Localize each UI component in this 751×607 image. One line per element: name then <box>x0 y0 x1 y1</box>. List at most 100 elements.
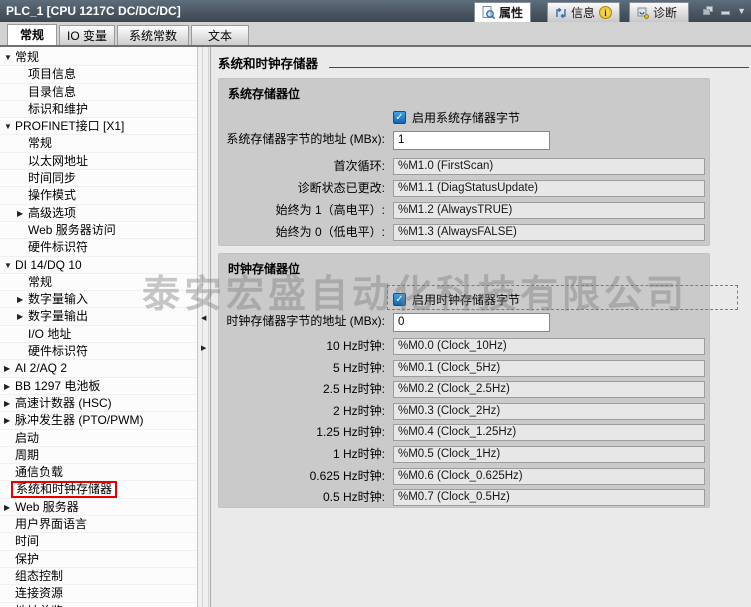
tree-item-label: 地址总览 <box>15 604 63 607</box>
chevron-down-icon[interactable]: ▼ <box>4 118 12 135</box>
tab-texts[interactable]: 文本 <box>191 25 249 45</box>
tree-item-2[interactable]: 目录信息 <box>0 84 197 101</box>
tree-item-24[interactable]: 通信负载 <box>0 464 197 481</box>
memory-bit-field[interactable]: %M0.4 (Clock_1.25Hz) <box>393 424 705 441</box>
tree-item-4[interactable]: ▼PROFINET接口 [X1] <box>0 118 197 135</box>
enable-system-memory-label: 启用系统存储器字节 <box>412 109 520 126</box>
tree-item-18[interactable]: ▶ AI 2/AQ 2 <box>0 360 197 377</box>
chevron-down-icon[interactable]: ▼ <box>4 257 12 274</box>
chevron-right-icon[interactable]: ▶ <box>17 291 23 308</box>
tab-general[interactable]: 常规 <box>7 24 57 45</box>
memory-bit-field[interactable]: %M0.5 (Clock_1Hz) <box>393 446 705 463</box>
float-window-button[interactable] <box>703 6 714 16</box>
window-controls: ▼ <box>703 4 746 18</box>
system-memory-address-input[interactable] <box>393 131 550 150</box>
tree-item-9[interactable]: ▶ 高级选项 <box>0 205 197 222</box>
memory-bit-field[interactable]: %M0.7 (Clock_0.5Hz) <box>393 489 705 506</box>
splitter-collapse-right-icon[interactable]: ▶ <box>201 345 206 353</box>
field-label: 5 Hz时钟: <box>211 360 385 377</box>
tree-item-1[interactable]: 项目信息 <box>0 66 197 83</box>
tree-item-label: 脉冲发生器 (PTO/PWM) <box>15 413 143 427</box>
memory-bit-field[interactable]: %M1.0 (FirstScan) <box>393 158 705 175</box>
memory-bit-field[interactable]: %M0.2 (Clock_2.5Hz) <box>393 381 705 398</box>
memory-bit-field[interactable]: %M0.6 (Clock_0.625Hz) <box>393 468 705 485</box>
memory-bit-field[interactable]: %M0.0 (Clock_10Hz) <box>393 338 705 355</box>
splitter-track <box>202 47 209 607</box>
chevron-right-icon[interactable]: ▶ <box>4 395 10 412</box>
tree-item-19[interactable]: ▶ BB 1297 电池板 <box>0 378 197 395</box>
tab-properties-label: 属性 <box>499 4 523 21</box>
tree-item-8[interactable]: 操作模式 <box>0 187 197 204</box>
tia-portal-inspector-window: { "titlebar": { "title": "PLC_1 [CPU 121… <box>0 0 751 607</box>
tree-item-31[interactable]: 连接资源 <box>0 585 197 602</box>
memory-bit-field[interactable]: %M0.3 (Clock_2Hz) <box>393 403 705 420</box>
memory-bit-field[interactable]: %M0.1 (Clock_5Hz) <box>393 360 705 377</box>
tree-item-22[interactable]: 启动 <box>0 430 197 447</box>
tree-item-label: AI 2/AQ 2 <box>15 361 67 375</box>
tree-item-7[interactable]: 时间同步 <box>0 170 197 187</box>
tree-item-27[interactable]: 用户界面语言 <box>0 516 197 533</box>
tree-item-label: 启动 <box>15 431 39 445</box>
tree-item-15[interactable]: ▶ 数字量输出 <box>0 308 197 325</box>
tab-diagnostics[interactable]: 诊断 <box>629 2 689 22</box>
tree-item-23[interactable]: 周期 <box>0 447 197 464</box>
tree-item-label: 通信负载 <box>15 465 63 479</box>
tree-item-label: 高速计数器 (HSC) <box>15 396 112 410</box>
tab-properties[interactable]: 属性 <box>474 2 531 22</box>
subtab-strip: 常规 IO 变量 系统常数 文本 <box>0 22 751 45</box>
chevron-right-icon[interactable]: ▶ <box>4 412 10 429</box>
collapse-pane-button[interactable] <box>721 11 730 15</box>
chevron-down-icon[interactable]: ▼ <box>4 49 12 66</box>
tree-item-label: 系统和时钟存储器 <box>11 481 117 498</box>
tree-item-6[interactable]: 以太网地址 <box>0 153 197 170</box>
tree-item-17[interactable]: 硬件标识符 <box>0 343 197 360</box>
tree-splitter[interactable]: ◀ ▶ <box>197 47 211 607</box>
splitter-collapse-left-icon[interactable]: ◀ <box>201 315 206 323</box>
tree-item-label: 标识和维护 <box>28 102 88 116</box>
tree-item-20[interactable]: ▶ 高速计数器 (HSC) <box>0 395 197 412</box>
tab-io-tags[interactable]: IO 变量 <box>59 25 115 45</box>
tab-system-constants[interactable]: 系统常数 <box>117 25 189 45</box>
tree-item-12[interactable]: ▼DI 14/DQ 10 <box>0 257 197 274</box>
tree-item-16[interactable]: I/O 地址 <box>0 326 197 343</box>
tree-item-32[interactable]: 地址总览 <box>0 603 197 607</box>
tree-item-11[interactable]: 硬件标识符 <box>0 239 197 256</box>
tree-item-28[interactable]: 时间 <box>0 533 197 550</box>
tree-item-label: Web 服务器 <box>15 500 79 514</box>
enable-clock-memory-checkbox[interactable]: ✓ <box>393 293 406 306</box>
memory-bit-field[interactable]: %M1.2 (AlwaysTRUE) <box>393 202 705 219</box>
tree-item-21[interactable]: ▶ 脉冲发生器 (PTO/PWM) <box>0 412 197 429</box>
tree-item-25[interactable]: 系统和时钟存储器 <box>0 481 197 498</box>
chevron-right-icon[interactable]: ▶ <box>4 499 10 516</box>
info-badge-icon: i <box>599 6 612 19</box>
field-label: 始终为 0（低电平）: <box>211 224 385 241</box>
tree-item-30[interactable]: 组态控制 <box>0 568 197 585</box>
tree-item-14[interactable]: ▶数字量输入 <box>0 291 197 308</box>
tree-item-13[interactable]: 常规 <box>0 274 197 291</box>
chevron-right-icon[interactable]: ▶ <box>17 308 23 325</box>
clock-memory-address-input[interactable] <box>393 313 550 332</box>
field-label: 10 Hz时钟: <box>211 338 385 355</box>
clock-memory-address-label: 时钟存储器字节的地址 (MBx): <box>211 313 385 330</box>
tree-item-label: 高级选项 <box>28 206 76 220</box>
memory-bit-field[interactable]: %M1.1 (DiagStatusUpdate) <box>393 180 705 197</box>
tree-item-0[interactable]: ▼常规 <box>0 49 197 66</box>
info-icon <box>555 7 567 19</box>
tree-item-label: 数字量输出 <box>28 309 88 323</box>
tree-item-29[interactable]: 保护 <box>0 551 197 568</box>
chevron-right-icon[interactable]: ▶ <box>4 378 10 395</box>
tree-item-3[interactable]: 标识和维护 <box>0 101 197 118</box>
tree-item-label: BB 1297 电池板 <box>15 379 100 393</box>
tab-info[interactable]: 信息 i <box>547 2 620 22</box>
chevron-right-icon[interactable]: ▶ <box>17 205 23 222</box>
diagnostics-icon <box>637 7 649 19</box>
chevron-right-icon[interactable]: ▶ <box>4 360 10 377</box>
tree-item-label: 硬件标识符 <box>28 344 88 358</box>
memory-bit-field[interactable]: %M1.3 (AlwaysFALSE) <box>393 224 705 241</box>
tree-item-10[interactable]: Web 服务器访问 <box>0 222 197 239</box>
chevron-down-icon[interactable]: ▼ <box>737 4 746 18</box>
system-memory-address-label: 系统存储器字节的地址 (MBx): <box>211 131 385 148</box>
tree-item-26[interactable]: ▶ Web 服务器 <box>0 499 197 516</box>
tree-item-5[interactable]: 常规 <box>0 135 197 152</box>
enable-system-memory-checkbox[interactable]: ✓ <box>393 111 406 124</box>
